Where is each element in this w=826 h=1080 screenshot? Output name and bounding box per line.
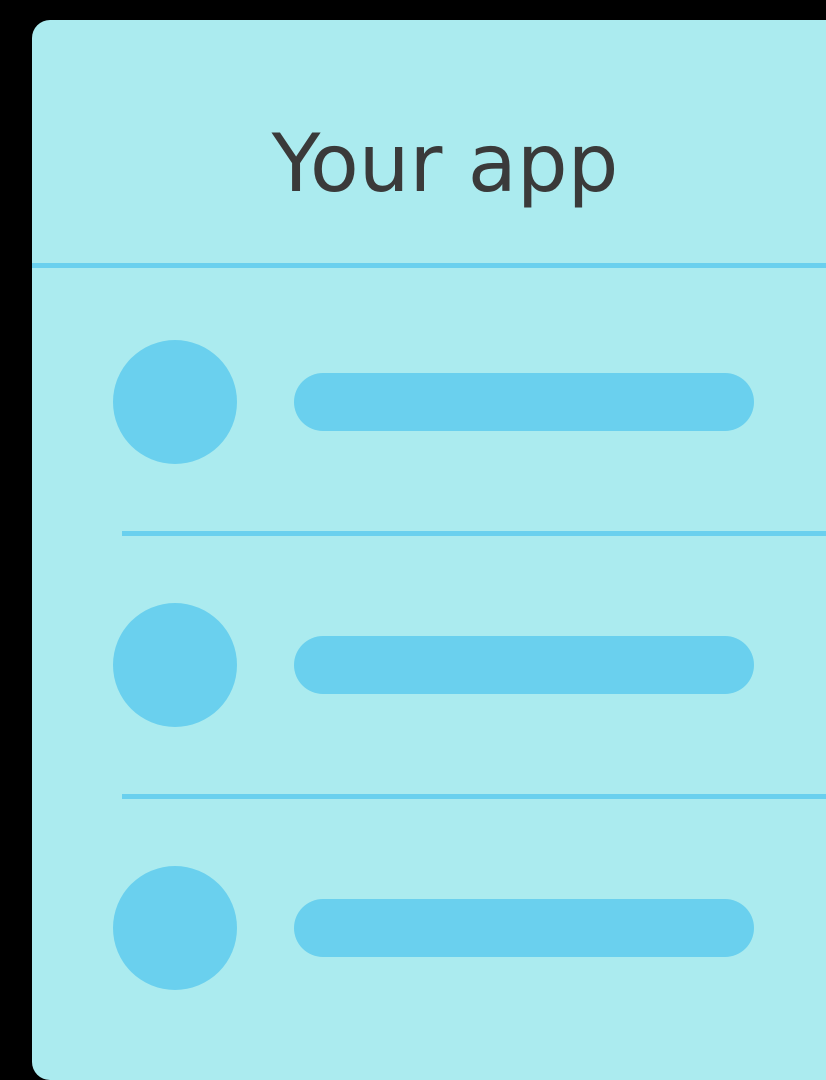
app-window: Your app (32, 20, 826, 1080)
placeholder-circle-icon (113, 603, 237, 727)
placeholder-circle-icon (113, 866, 237, 990)
list-divider (122, 794, 826, 799)
app-title: Your app (271, 117, 619, 210)
list-item-text-placeholder (294, 373, 754, 431)
list-item-1[interactable] (32, 340, 826, 600)
list-item-3[interactable] (32, 866, 826, 1080)
placeholder-circle-icon (113, 340, 237, 464)
list-item-2[interactable] (32, 603, 826, 863)
app-header: Your app (32, 20, 826, 268)
list-divider (122, 531, 826, 536)
list-item-text-placeholder (294, 636, 754, 694)
list-item-text-placeholder (294, 899, 754, 957)
